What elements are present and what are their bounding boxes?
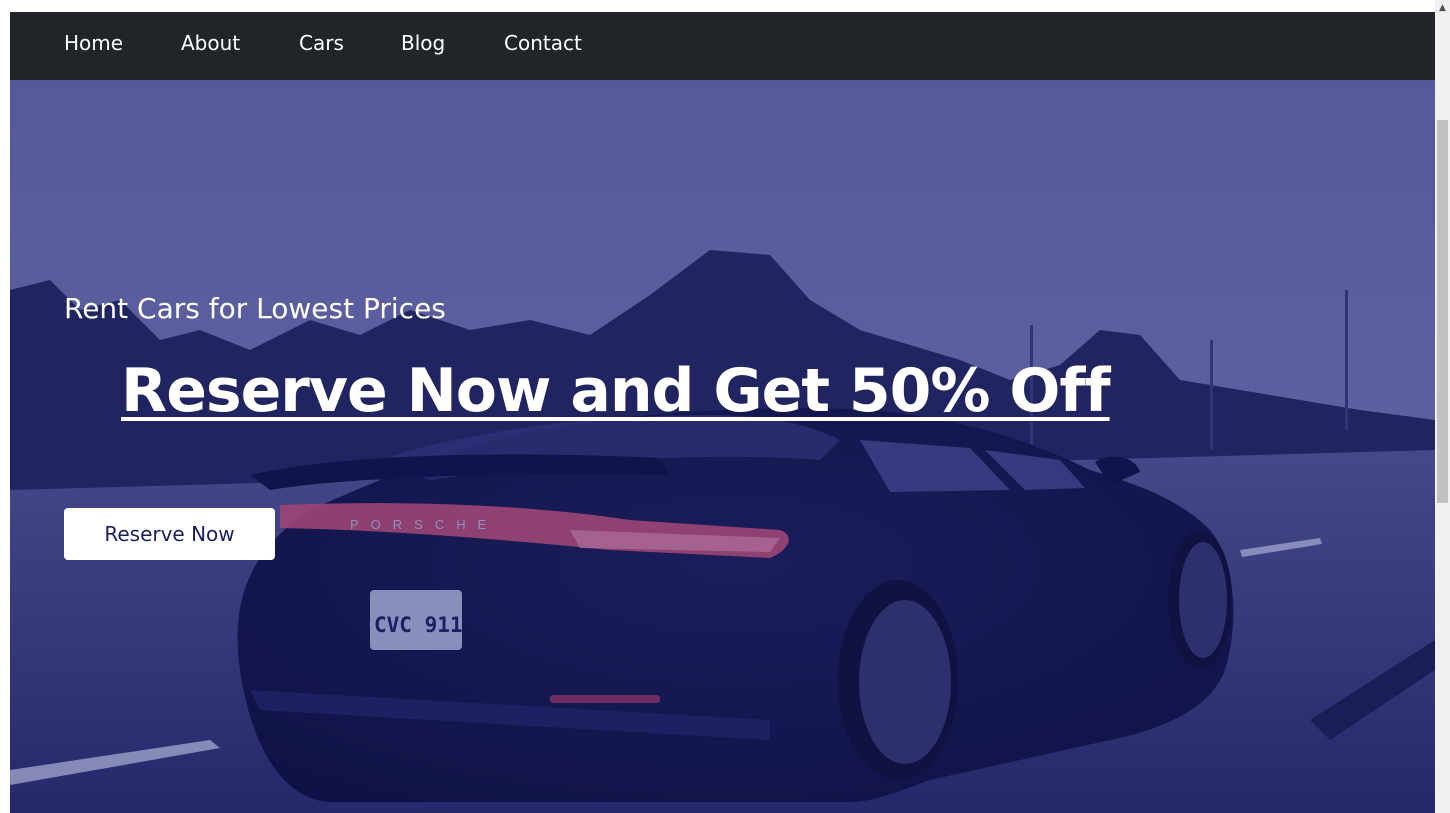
reserve-now-button[interactable]: Reserve Now	[64, 508, 275, 560]
scroll-up-arrow-icon[interactable]: ▲	[1435, 0, 1450, 17]
nav-item-home[interactable]: Home	[64, 12, 123, 74]
nav-item-about[interactable]: About	[181, 12, 240, 74]
hero-tint-overlay	[10, 80, 1435, 813]
nav-item-cars[interactable]: Cars	[299, 12, 344, 74]
top-navbar: Home About Cars Blog Contact	[10, 12, 1435, 80]
hero-subtitle: Rent Cars for Lowest Prices	[64, 292, 446, 325]
nav-item-contact[interactable]: Contact	[504, 12, 582, 74]
hero-title-link[interactable]: Reserve Now and Get 50% Off	[121, 356, 1111, 426]
scrollbar-thumb[interactable]	[1437, 120, 1448, 503]
vertical-scrollbar[interactable]: ▲	[1435, 0, 1450, 813]
nav-item-blog[interactable]: Blog	[401, 12, 445, 74]
hero-section: PORSCHE CVC 911 Rent Cars for Lowest Pri…	[10, 80, 1435, 813]
page-viewport: Home About Cars Blog Contact PORSCHE CVC…	[10, 12, 1435, 813]
